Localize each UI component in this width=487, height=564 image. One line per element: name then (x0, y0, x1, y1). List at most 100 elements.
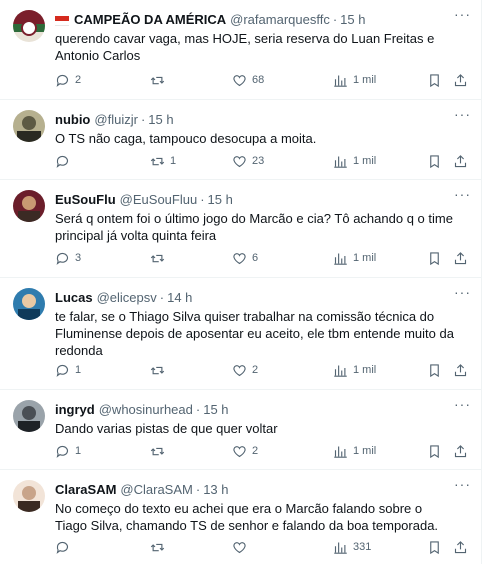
views-button[interactable]: 1 mil (333, 249, 376, 267)
reply-count: 2 (75, 74, 82, 86)
reply-button[interactable]: 1 (55, 442, 81, 460)
timestamp[interactable]: 15 h (208, 192, 233, 207)
share-button[interactable] (453, 361, 468, 379)
timestamp[interactable]: 15 h (340, 12, 365, 27)
avatar[interactable] (13, 400, 45, 432)
like-button[interactable]: 23 (232, 152, 264, 170)
bookmark-button[interactable] (427, 361, 442, 379)
tweet-text: te falar, se o Thiago Silva quiser traba… (55, 309, 454, 358)
like-count: 68 (252, 74, 265, 86)
tweet-text: Será q ontem foi o último jogo do Marcão… (55, 211, 453, 243)
action-bar: 3 6 1 mil (55, 249, 470, 267)
user-handle[interactable]: @elicepsv (97, 290, 157, 305)
retweet-button[interactable] (150, 538, 170, 556)
heart-icon (233, 74, 246, 86)
avatar[interactable] (13, 10, 45, 42)
reply-count: 1 (75, 445, 82, 457)
action-bar: 1 2 1 mil (55, 361, 470, 379)
display-name[interactable]: EuSouFlu (55, 192, 116, 207)
retweet-count: 1 (170, 155, 177, 167)
bookmark-icon (430, 154, 439, 168)
bookmark-icon (430, 540, 439, 554)
user-handle[interactable]: @rafamarquesffc (230, 12, 330, 27)
reply-button[interactable]: 2 (55, 71, 81, 89)
retweet-button[interactable]: 1 (150, 152, 176, 170)
views-button[interactable]: 1 mil (333, 442, 376, 460)
share-button[interactable] (453, 442, 468, 460)
like-button[interactable]: 2 (232, 442, 258, 460)
bookmark-button[interactable] (427, 538, 442, 556)
more-options-button[interactable]: ··· (454, 285, 470, 305)
share-button[interactable] (453, 152, 468, 170)
user-handle[interactable]: @EuSouFluu (120, 192, 198, 207)
action-bar: 1 2 1 mil (55, 442, 470, 460)
avatar[interactable] (13, 288, 45, 320)
tweet-text: O TS não caga, tampouco desocupa a moita… (55, 131, 317, 146)
bookmark-button[interactable] (427, 442, 442, 460)
user-handle[interactable]: @whosinurhead (99, 402, 193, 417)
bookmark-button[interactable] (427, 152, 442, 170)
timestamp[interactable]: 15 h (148, 112, 173, 127)
timestamp[interactable]: 13 h (203, 482, 228, 497)
views-button[interactable]: 1 mil (333, 71, 376, 89)
like-count: 2 (252, 445, 259, 457)
retweet-button[interactable] (150, 249, 170, 267)
reply-button[interactable]: 3 (55, 249, 81, 267)
display-name[interactable]: nubio (55, 112, 90, 127)
share-button[interactable] (453, 71, 468, 89)
reply-button[interactable] (55, 538, 75, 556)
bookmark-button[interactable] (427, 249, 442, 267)
reply-icon (56, 541, 69, 554)
action-bar: 331 (55, 538, 470, 556)
more-options-button[interactable]: ··· (454, 477, 470, 497)
separator-dot: · (332, 11, 338, 27)
retweet-button[interactable] (150, 442, 170, 460)
views-button[interactable]: 1 mil (333, 152, 376, 170)
like-button[interactable]: 2 (232, 361, 258, 379)
timestamp[interactable]: 14 h (167, 290, 192, 305)
separator-dot: · (200, 191, 205, 207)
more-options-button[interactable]: ··· (454, 187, 470, 207)
analytics-icon (334, 542, 347, 554)
reply-button[interactable] (55, 152, 75, 170)
heart-icon (233, 445, 246, 457)
avatar[interactable] (13, 190, 45, 222)
retweet-button[interactable] (150, 361, 170, 379)
retweet-button[interactable] (150, 71, 170, 89)
bookmark-button[interactable] (427, 71, 442, 89)
avatar[interactable] (13, 480, 45, 512)
avatar[interactable] (13, 110, 45, 142)
user-handle[interactable]: @ClaraSAM (120, 482, 192, 497)
display-name[interactable]: Lucas (55, 290, 93, 305)
display-name[interactable]: ingryd (55, 402, 95, 417)
reply-icon (56, 445, 69, 458)
heart-icon (233, 155, 246, 167)
like-button[interactable] (232, 538, 252, 556)
more-options-button[interactable]: ··· (454, 397, 470, 417)
tweet[interactable]: EuSouFlu @EuSouFluu · 15 h Será q ontem … (0, 180, 482, 278)
tweet[interactable]: CAMPEÃO DA AMÉRICA @rafamarquesffc · 15 … (0, 0, 482, 100)
like-button[interactable]: 6 (232, 249, 258, 267)
user-handle[interactable]: @fluizjr (94, 112, 138, 127)
views-button[interactable]: 1 mil (333, 361, 376, 379)
bookmark-icon (430, 444, 439, 458)
separator-dot: · (140, 111, 146, 127)
share-button[interactable] (453, 538, 468, 556)
display-name[interactable]: ClaraSAM (55, 482, 116, 497)
tweet[interactable]: ingryd @whosinurhead · 15 h Dando varias… (0, 390, 482, 470)
timestamp[interactable]: 15 h (203, 402, 228, 417)
views-button[interactable]: 331 (333, 538, 371, 556)
share-icon (454, 540, 467, 553)
tweet[interactable]: Lucas @elicepsv · 14 h te falar, se o Th… (0, 278, 482, 390)
like-button[interactable]: 68 (232, 71, 264, 89)
tweet-text: querendo cavar vaga, mas HOJE, seria res… (55, 31, 435, 63)
reply-button[interactable]: 1 (55, 361, 81, 379)
more-options-button[interactable]: ··· (454, 107, 470, 127)
tweet[interactable]: nubio @fluizjr · 15 h O TS não caga, tam… (0, 100, 482, 180)
share-button[interactable] (453, 249, 468, 267)
more-options-button[interactable]: ··· (454, 7, 470, 27)
display-name[interactable]: CAMPEÃO DA AMÉRICA (74, 12, 226, 27)
like-count: 23 (252, 155, 265, 167)
tweet[interactable]: ClaraSAM @ClaraSAM · 13 h No começo do t… (0, 470, 482, 564)
bookmark-icon (430, 363, 439, 377)
